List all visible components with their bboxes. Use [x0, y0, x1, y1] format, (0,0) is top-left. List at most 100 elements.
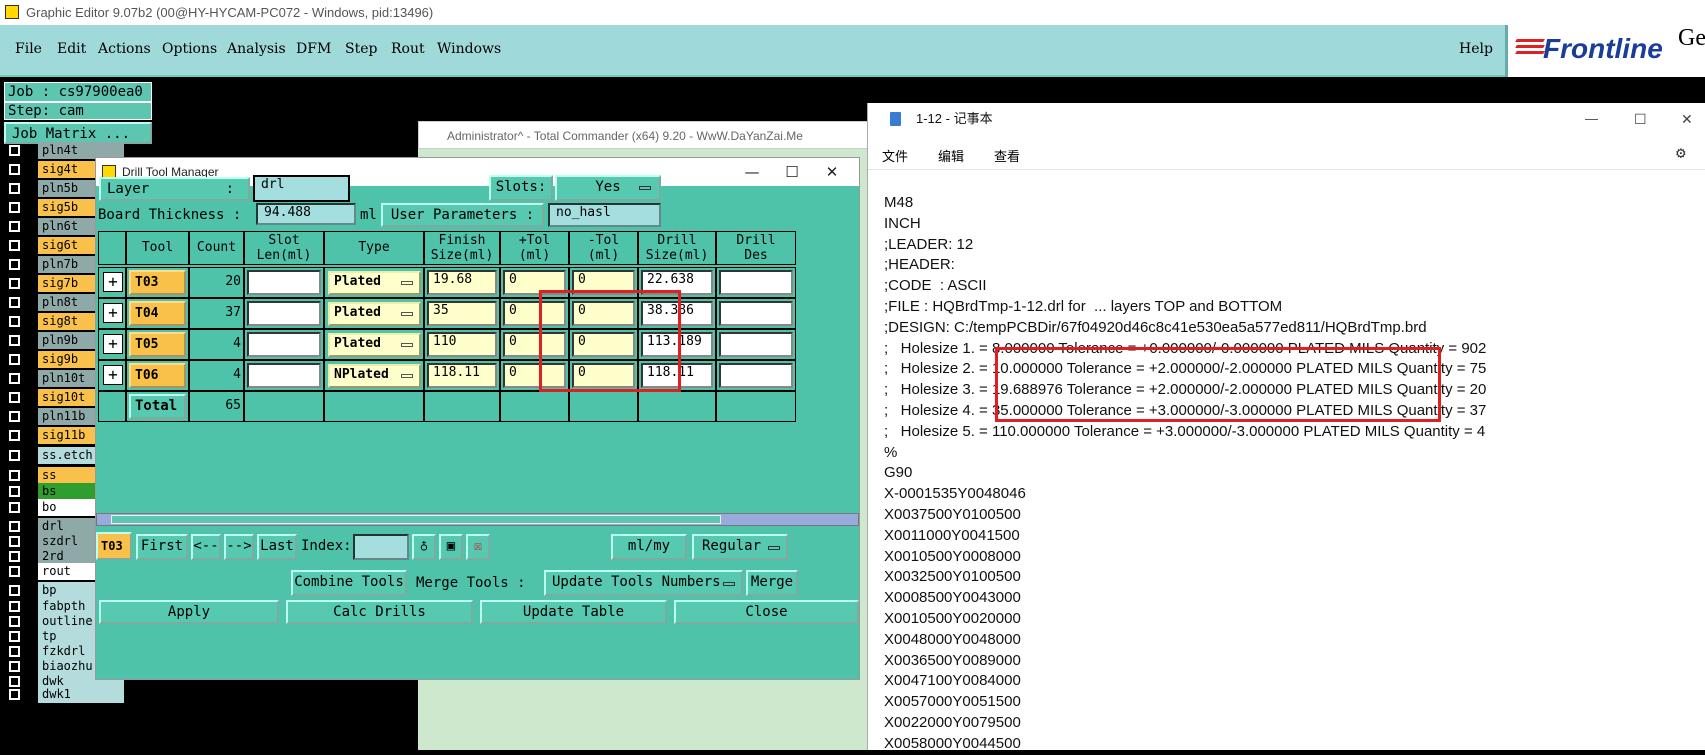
delete-icon[interactable]: ☒ [466, 534, 490, 560]
expand-icon[interactable]: + [103, 334, 123, 354]
layer-checkbox[interactable] [9, 202, 20, 213]
layer-checkbox[interactable] [9, 145, 20, 156]
menu-step[interactable]: Step [345, 41, 377, 57]
notepad-close-icon[interactable]: ✕ [1681, 103, 1693, 135]
expand-icon[interactable]: + [103, 272, 123, 292]
minimize-icon[interactable]: — [732, 158, 772, 186]
layer-checkbox[interactable] [9, 616, 20, 627]
finish-size-field[interactable]: 118.11 [427, 363, 497, 388]
finish-size-field[interactable]: 19.68 [427, 270, 497, 295]
merge-option-dropdown[interactable]: Update Tools Numbers [544, 570, 743, 596]
layer-checkbox[interactable] [9, 521, 20, 532]
notepad-menu-edit[interactable]: 编辑 [938, 146, 964, 165]
user-parameters-button[interactable]: User Parameters : [381, 203, 544, 227]
menu-windows[interactable]: Windows [437, 41, 501, 57]
layer-checkbox[interactable] [9, 297, 20, 308]
last-button[interactable]: Last [257, 534, 297, 560]
layer-checkbox[interactable] [9, 183, 20, 194]
slots-dropdown[interactable]: Yes [555, 175, 661, 201]
layer-checkbox[interactable] [9, 450, 20, 461]
next-button[interactable]: --> [224, 534, 254, 560]
tool-button[interactable]: T03 [129, 270, 186, 295]
layer-checkbox[interactable] [9, 661, 20, 672]
layer-name[interactable]: dwk1 [38, 686, 124, 703]
tool-button[interactable]: T05 [129, 332, 186, 357]
menu-analysis[interactable]: Analysis [227, 41, 286, 57]
drill-des-field[interactable] [719, 332, 793, 357]
merge-button[interactable]: Merge [746, 570, 798, 596]
layer-checkbox[interactable] [9, 373, 20, 384]
graphics-area[interactable] [155, 80, 415, 150]
expand-icon[interactable]: + [103, 365, 123, 385]
layer-checkbox[interactable] [9, 164, 20, 175]
expand-icon[interactable]: + [103, 303, 123, 323]
type-dropdown[interactable]: NPlated [328, 364, 421, 388]
index-field[interactable] [353, 534, 409, 560]
notepad-menu-file[interactable]: 文件 [882, 146, 908, 165]
update-table-button[interactable]: Update Table [480, 600, 667, 624]
notepad-maximize-icon[interactable]: ☐ [1634, 103, 1647, 135]
menu-rout[interactable]: Rout [391, 41, 425, 57]
layer-checkbox[interactable] [9, 392, 20, 403]
type-dropdown[interactable]: Plated [328, 271, 421, 295]
layer-checkbox[interactable] [9, 430, 20, 441]
layer-row-31[interactable]: dwk1 [4, 685, 124, 704]
layer-field[interactable]: drl [253, 175, 350, 202]
finish-size-field[interactable]: 35 [427, 301, 497, 326]
layer-checkbox[interactable] [9, 240, 20, 251]
layer-checkbox[interactable] [9, 646, 20, 657]
combine-tools-button[interactable]: Combine Tools [291, 570, 407, 596]
board-thickness-field[interactable]: 94.488 [256, 203, 356, 225]
layer-checkbox[interactable] [9, 536, 20, 547]
first-button[interactable]: First [136, 534, 188, 560]
type-dropdown[interactable]: Plated [328, 333, 421, 357]
menu-help[interactable]: Help [1459, 41, 1493, 57]
finish-size-field[interactable]: 110 [427, 332, 497, 357]
layer-checkbox[interactable] [9, 486, 20, 497]
layer-checkbox[interactable] [9, 335, 20, 346]
slot-len-field[interactable] [247, 301, 321, 326]
layer-checkbox[interactable] [9, 585, 20, 596]
drill-des-field[interactable] [719, 270, 793, 295]
menu-edit[interactable]: Edit [57, 41, 86, 57]
notepad-text-area[interactable]: M48 INCH ;LEADER: 12 ;HEADER: ;CODE : ASCII;… [884, 193, 1486, 755]
menu-dfm[interactable]: DFM [296, 41, 331, 57]
close-icon[interactable]: ✕ [812, 158, 852, 186]
layer-checkbox[interactable] [9, 259, 20, 270]
layer-checkbox[interactable] [9, 278, 20, 289]
picture-icon[interactable]: ▣ [439, 534, 463, 560]
tool-button[interactable]: T04 [129, 301, 186, 326]
layer-checkbox[interactable] [9, 689, 20, 700]
layer-checkbox[interactable] [9, 566, 20, 577]
maximize-icon[interactable]: ☐ [772, 158, 812, 186]
slot-len-field[interactable] [247, 270, 321, 295]
drill-des-field[interactable] [719, 363, 793, 388]
menu-actions[interactable]: Actions [98, 41, 151, 57]
layer-checkbox[interactable] [9, 631, 20, 642]
layer-label-button[interactable]: Layer: [99, 177, 250, 201]
menu-options[interactable]: Options [162, 41, 217, 57]
layer-checkbox[interactable] [9, 601, 20, 612]
layer-checkbox[interactable] [9, 411, 20, 422]
calc-drills-button[interactable]: Calc Drills [286, 600, 473, 624]
close-button[interactable]: Close [674, 600, 859, 624]
notepad-menu-view[interactable]: 查看 [994, 146, 1020, 165]
layer-checkbox[interactable] [9, 502, 20, 513]
slot-len-field[interactable] [247, 332, 321, 357]
slot-len-field[interactable] [247, 363, 321, 388]
bulb-icon[interactable]: ♁ [412, 534, 436, 560]
user-parameters-field[interactable]: no_hasl [548, 203, 661, 227]
layer-checkbox[interactable] [9, 221, 20, 232]
prev-button[interactable]: <-- [191, 534, 221, 560]
type-dropdown[interactable]: Plated [328, 302, 421, 326]
tool-button[interactable]: T06 [129, 363, 186, 388]
apply-button[interactable]: Apply [99, 600, 279, 624]
drill-des-field[interactable] [719, 301, 793, 326]
horizontal-scrollbar[interactable] [96, 513, 859, 526]
layer-checkbox[interactable] [9, 551, 20, 562]
settings-gear-icon[interactable]: ⚙ [1676, 143, 1686, 162]
menu-file[interactable]: File [15, 41, 42, 57]
mode-dropdown[interactable]: Regular [692, 534, 788, 560]
notepad-minimize-icon[interactable]: — [1585, 103, 1598, 135]
layer-checkbox[interactable] [9, 354, 20, 365]
